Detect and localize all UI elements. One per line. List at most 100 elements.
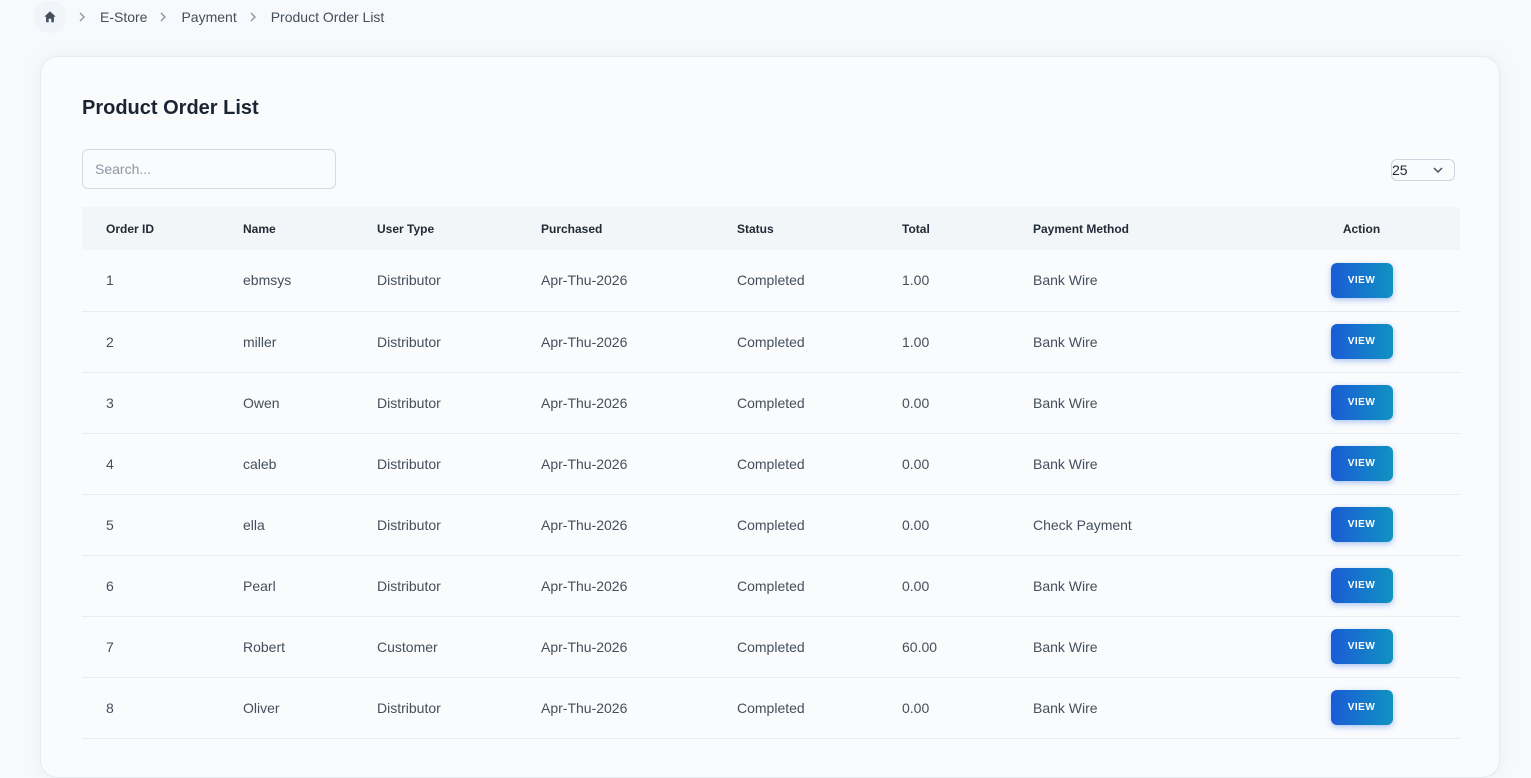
table-row: 3 Owen Distributor Apr-Thu-2026 Completed 0.0…: [82, 372, 1460, 433]
cell-name: ella: [243, 516, 265, 533]
column-header-total: Total: [902, 221, 930, 236]
chevron-right-icon: [76, 11, 88, 23]
column-header-user-type: User Type: [377, 221, 435, 236]
cell-payment-method: Bank Wire: [1033, 272, 1098, 289]
cell-payment-method: Bank Wire: [1033, 333, 1098, 350]
cell-total: 0.00: [902, 516, 930, 533]
cell-name: miller: [243, 333, 277, 350]
cell-total: 1.00: [902, 333, 930, 350]
cell-user-type: Distributor: [377, 394, 441, 411]
cell-purchased: Apr-Thu-2026: [541, 577, 628, 594]
cell-payment-method: Bank Wire: [1033, 455, 1098, 472]
cell-purchased: Apr-Thu-2026: [541, 333, 628, 350]
cell-user-type: Distributor: [377, 272, 441, 289]
cell-user-type: Distributor: [377, 516, 441, 533]
view-order-button[interactable]: VIEW: [1330, 324, 1393, 359]
cell-user-type: Distributor: [377, 577, 441, 594]
cell-user-type: Distributor: [377, 699, 441, 716]
page-size-select[interactable]: 25: [1391, 159, 1455, 181]
cell-order-id: 1: [106, 272, 114, 289]
cell-purchased: Apr-Thu-2026: [541, 699, 628, 716]
view-order-button[interactable]: VIEW: [1330, 262, 1393, 298]
cell-user-type: Distributor: [377, 455, 441, 472]
cell-purchased: Apr-Thu-2026: [541, 394, 628, 411]
cell-purchased: Apr-Thu-2026: [541, 638, 628, 655]
breadcrumb-home[interactable]: [34, 1, 66, 33]
view-order-button[interactable]: VIEW: [1330, 629, 1393, 664]
chevron-down-icon: [1433, 167, 1443, 174]
cell-status: Completed: [737, 272, 805, 289]
breadcrumb-item-estore[interactable]: E-Store: [100, 9, 147, 25]
view-order-button[interactable]: VIEW: [1330, 690, 1393, 725]
page-title: Product Order List: [82, 97, 259, 119]
view-order-button[interactable]: VIEW: [1330, 385, 1393, 420]
cell-status: Completed: [737, 577, 805, 594]
cell-total: 0.00: [902, 394, 930, 411]
cell-status: Completed: [737, 638, 805, 655]
cell-action: VIEW: [1263, 677, 1460, 738]
table-body: 1 ebmsys Distributor Apr-Thu-2026 Completed 1…: [82, 250, 1460, 738]
cell-payment-method: Bank Wire: [1033, 394, 1098, 411]
cell-total: 0.00: [902, 455, 930, 472]
table-row: 4 caleb Distributor Apr-Thu-2026 Completed 0.…: [82, 433, 1460, 494]
cell-order-id: 6: [106, 577, 114, 594]
cell-user-type: Distributor: [377, 333, 441, 350]
table-row: 6 Pearl Distributor Apr-Thu-2026 Completed 0.…: [82, 555, 1460, 616]
cell-order-id: 5: [106, 516, 114, 533]
cell-name: Robert: [243, 638, 286, 655]
table-row: 1 ebmsys Distributor Apr-Thu-2026 Completed 1…: [82, 250, 1460, 311]
table-row: 7 Robert Customer Apr-Thu-2026 Completed 60.0…: [82, 616, 1460, 677]
orders-table: Order ID Name User Type Purchased Status…: [82, 207, 1460, 739]
cell-action: VIEW: [1263, 311, 1460, 372]
column-header-name: Name: [243, 221, 276, 236]
cell-status: Completed: [737, 394, 805, 411]
cell-status: Completed: [737, 516, 805, 533]
table-row: 5 ella Distributor Apr-Thu-2026 Completed 0.0…: [82, 494, 1460, 555]
breadcrumb: E-Store Payment Product Order List: [34, 0, 384, 34]
home-icon: [44, 11, 56, 23]
cell-name: ebmsys: [243, 272, 292, 289]
cell-action: VIEW: [1263, 494, 1460, 555]
cell-total: 1.00: [902, 272, 930, 289]
breadcrumb-current: Product Order List: [270, 9, 385, 25]
view-order-button[interactable]: VIEW: [1330, 446, 1393, 481]
orders-table-wrap: Order ID Name User Type Purchased Status…: [82, 207, 1460, 739]
cell-status: Completed: [737, 699, 805, 716]
view-order-button[interactable]: VIEW: [1330, 507, 1393, 542]
breadcrumb-item-payment[interactable]: Payment: [181, 9, 236, 25]
cell-name: caleb: [243, 455, 277, 472]
cell-order-id: 3: [106, 394, 114, 411]
cell-user-type: Customer: [377, 638, 438, 655]
cell-order-id: 4: [106, 455, 114, 472]
cell-action: VIEW: [1263, 372, 1460, 433]
column-header-purchased: Purchased: [541, 221, 603, 236]
page-size-value: 25: [1392, 162, 1408, 178]
cell-payment-method: Bank Wire: [1033, 577, 1098, 594]
cell-purchased: Apr-Thu-2026: [541, 516, 628, 533]
cell-total: 0.00: [902, 699, 930, 716]
cell-order-id: 2: [106, 333, 114, 350]
cell-payment-method: Check Payment: [1033, 516, 1132, 533]
chevron-right-icon: [157, 11, 169, 23]
column-header-order-id: Order ID: [106, 221, 155, 236]
column-header-status: Status: [737, 221, 774, 236]
order-list-card: Product Order List 25 Order ID Name: [40, 56, 1500, 778]
cell-action: VIEW: [1263, 433, 1460, 494]
cell-action: VIEW: [1263, 250, 1460, 311]
cell-payment-method: Bank Wire: [1033, 699, 1098, 716]
cell-purchased: Apr-Thu-2026: [541, 455, 628, 472]
table-row: 2 miller Distributor Apr-Thu-2026 Completed 1…: [82, 311, 1460, 372]
cell-status: Completed: [737, 455, 805, 472]
cell-total: 60.00: [902, 638, 938, 655]
view-order-button[interactable]: VIEW: [1330, 568, 1393, 603]
column-header-action: Action: [1342, 221, 1381, 236]
cell-action: VIEW: [1263, 555, 1460, 616]
cell-action: VIEW: [1263, 616, 1460, 677]
search-input[interactable]: [82, 149, 336, 189]
cell-order-id: 8: [106, 699, 114, 716]
cell-name: Owen: [243, 394, 280, 411]
table-row: 8 Oliver Distributor Apr-Thu-2026 Completed 0…: [82, 677, 1460, 738]
cell-purchased: Apr-Thu-2026: [541, 272, 628, 289]
column-header-payment-method: Payment Method: [1033, 221, 1130, 236]
cell-name: Pearl: [243, 577, 276, 594]
